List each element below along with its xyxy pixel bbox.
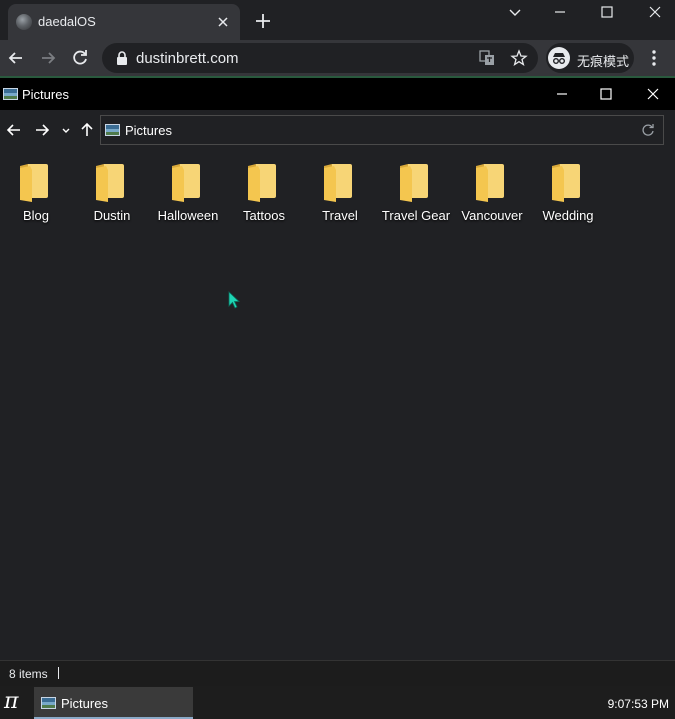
file-list[interactable]: Blog Dustin Halloween Tattoos Travel Travel G… bbox=[0, 152, 675, 660]
minimize-browser-icon[interactable] bbox=[550, 2, 570, 22]
taskbar-entry-label: Pictures bbox=[61, 696, 108, 711]
folder-item[interactable]: Travel bbox=[302, 162, 378, 228]
back-arrow-icon[interactable] bbox=[6, 122, 22, 138]
browser-tab-strip: daedalOS bbox=[0, 0, 675, 40]
up-arrow-icon[interactable] bbox=[79, 122, 95, 138]
folder-item[interactable]: Dustin bbox=[74, 162, 150, 228]
folder-icon bbox=[552, 164, 580, 202]
maximize-browser-icon[interactable] bbox=[597, 2, 617, 22]
folder-label: Halloween bbox=[157, 208, 219, 223]
status-separator bbox=[58, 667, 59, 679]
path-bar[interactable]: Pictures bbox=[100, 115, 664, 145]
folder-item[interactable]: Blog bbox=[0, 162, 74, 228]
taskbar: π Pictures 9:07:53 PM bbox=[0, 686, 675, 719]
clock[interactable]: 9:07:53 PM bbox=[608, 697, 669, 711]
folder-item[interactable]: Halloween bbox=[150, 162, 226, 228]
folder-label: Travel Gear bbox=[381, 208, 451, 223]
lock-icon[interactable] bbox=[114, 50, 130, 66]
taskbar-entry-pictures[interactable]: Pictures bbox=[34, 687, 193, 719]
incognito-icon bbox=[548, 47, 570, 69]
pictures-icon bbox=[41, 697, 56, 709]
reload-icon[interactable] bbox=[70, 48, 90, 68]
folder-icon bbox=[172, 164, 200, 202]
incognito-badge[interactable]: 无痕模式 bbox=[546, 43, 634, 73]
pictures-icon bbox=[3, 88, 18, 100]
explorer-navbar: Pictures bbox=[0, 110, 675, 152]
pi-icon: π bbox=[4, 689, 19, 714]
tab-search-chevron-icon[interactable] bbox=[505, 2, 525, 22]
folder-label: Wedding bbox=[542, 208, 594, 223]
pictures-icon bbox=[105, 124, 120, 136]
start-button[interactable]: π bbox=[0, 686, 30, 719]
window-titlebar[interactable]: Pictures bbox=[0, 78, 675, 110]
folder-item[interactable]: Vancouver bbox=[454, 162, 530, 228]
folder-item[interactable]: Travel Gear bbox=[378, 162, 454, 228]
close-browser-icon[interactable] bbox=[645, 2, 665, 22]
folder-icon bbox=[400, 164, 428, 202]
tab-title: daedalOS bbox=[38, 14, 96, 29]
url-text[interactable]: dustinbrett.com bbox=[136, 50, 239, 67]
incognito-label: 无痕模式 bbox=[577, 54, 630, 69]
close-icon[interactable] bbox=[645, 86, 661, 102]
browser-menu-icon[interactable] bbox=[646, 48, 662, 68]
folder-item[interactable]: Tattoos bbox=[226, 162, 302, 228]
mouse-cursor-icon bbox=[228, 291, 240, 309]
folder-icon bbox=[20, 164, 48, 202]
browser-tab[interactable]: daedalOS bbox=[8, 4, 240, 40]
back-arrow-icon[interactable] bbox=[6, 48, 26, 68]
path-text[interactable]: Pictures bbox=[125, 123, 172, 138]
forward-arrow-icon[interactable] bbox=[38, 48, 58, 68]
folder-label: Blog bbox=[22, 208, 50, 223]
favicon-icon bbox=[16, 14, 32, 30]
item-count: 8 items bbox=[9, 667, 48, 681]
folder-label: Tattoos bbox=[243, 208, 285, 223]
chevron-down-icon[interactable] bbox=[60, 122, 72, 138]
folder-icon bbox=[96, 164, 124, 202]
status-bar: 8 items bbox=[0, 660, 675, 686]
translate-icon[interactable] bbox=[478, 49, 496, 67]
refresh-icon[interactable] bbox=[641, 123, 655, 137]
folder-icon bbox=[248, 164, 276, 202]
bookmark-star-icon[interactable] bbox=[510, 49, 528, 67]
folder-label: Travel bbox=[322, 208, 358, 223]
folder-item[interactable]: Wedding bbox=[530, 162, 606, 228]
folder-icon bbox=[476, 164, 504, 202]
forward-arrow-icon[interactable] bbox=[34, 122, 50, 138]
address-bar[interactable]: dustinbrett.com bbox=[102, 43, 538, 73]
browser-toolbar: dustinbrett.com 无痕模式 bbox=[0, 40, 675, 76]
minimize-icon[interactable] bbox=[554, 86, 570, 102]
folder-label: Vancouver bbox=[461, 208, 523, 223]
folder-icon bbox=[324, 164, 352, 202]
new-tab-icon[interactable] bbox=[254, 12, 272, 30]
folder-label: Dustin bbox=[93, 208, 131, 223]
close-tab-icon[interactable] bbox=[214, 13, 232, 31]
window-title: Pictures bbox=[22, 87, 69, 102]
maximize-icon[interactable] bbox=[598, 86, 614, 102]
